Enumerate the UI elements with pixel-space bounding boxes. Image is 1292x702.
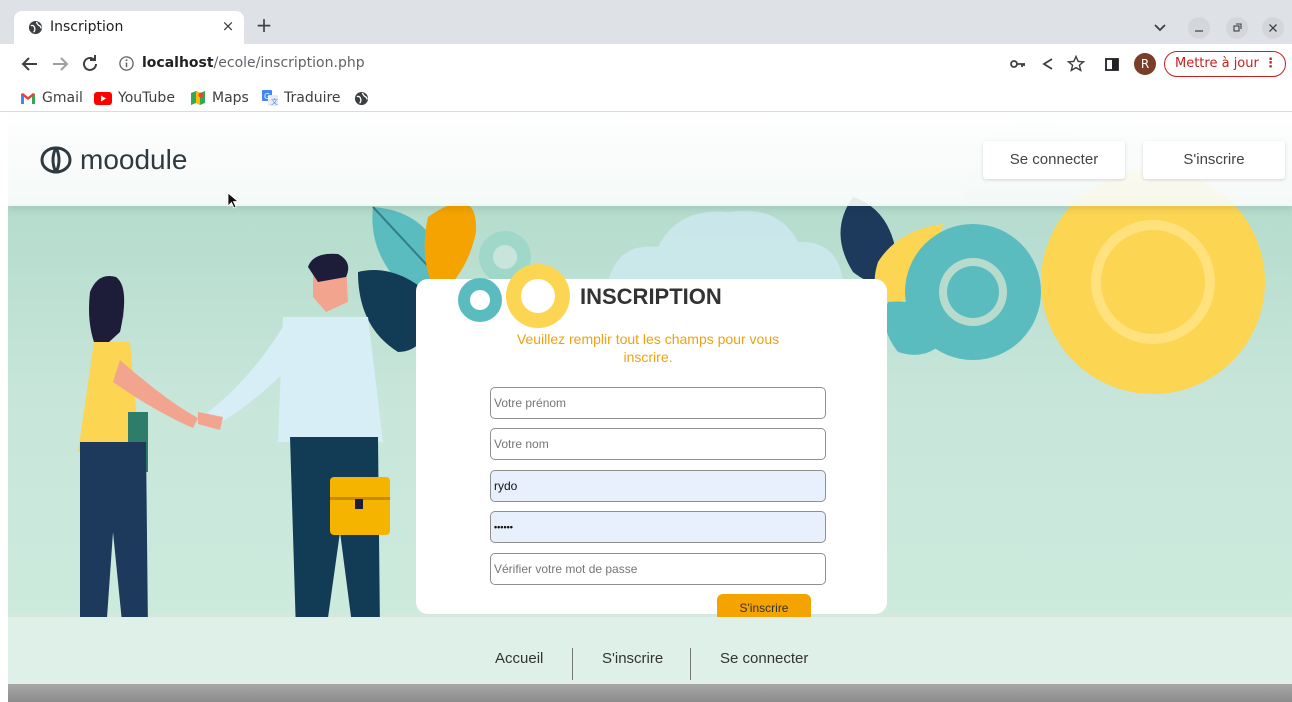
svg-text:G: G [264, 92, 270, 101]
bookmark-youtube[interactable]: YouTube [94, 87, 175, 109]
lastname-input[interactable]: Votre nom [490, 428, 826, 460]
minimize-icon [1195, 30, 1203, 32]
username-input[interactable]: rydo [490, 470, 826, 502]
close-icon [1269, 24, 1277, 32]
close-window-button[interactable] [1262, 17, 1284, 39]
gmail-icon [21, 92, 35, 104]
footer-bar [8, 684, 1292, 702]
url-path: /ecole/inscription.php [213, 55, 365, 71]
menu-dots-icon[interactable]: ⋮ [1264, 52, 1277, 76]
info-icon[interactable] [118, 55, 135, 72]
side-panel-icon[interactable] [1102, 54, 1122, 74]
header-login-button[interactable]: Se connecter [983, 141, 1125, 179]
bookmark-traduire[interactable]: G文 Traduire [262, 87, 341, 109]
close-tab-icon[interactable]: × [218, 16, 238, 36]
footer-link-login[interactable]: Se connecter [720, 650, 808, 667]
youtube-icon [94, 91, 112, 105]
logo-text: moodule [80, 144, 188, 175]
web-page: moodule Se connecter S'inscrire INSCRIPT… [8, 112, 1292, 702]
browser-tab-strip: Inscription × + [0, 0, 1292, 44]
reload-icon[interactable] [78, 52, 102, 76]
minimize-button[interactable] [1188, 17, 1210, 39]
form-subtitle: Veuillez remplir tout les champs pour vo… [516, 331, 780, 365]
bookmark-globe[interactable] [354, 87, 369, 109]
update-label: Mettre à jour [1175, 56, 1259, 71]
tab-title: Inscription [50, 19, 124, 35]
site-logo[interactable]: moodule [38, 144, 187, 176]
key-icon[interactable] [1008, 54, 1028, 74]
form-title: INSCRIPTION [580, 284, 722, 309]
bookmark-label: Maps [212, 90, 249, 106]
bookmark-label: YouTube [118, 90, 175, 106]
confirm-password-input[interactable]: Vérifier votre mot de passe [490, 553, 826, 585]
bookmark-label: Traduire [284, 90, 341, 106]
profile-avatar[interactable]: R [1134, 53, 1156, 75]
restore-icon [1233, 23, 1242, 32]
mouse-cursor-icon [227, 192, 239, 209]
new-tab-button[interactable]: + [252, 14, 276, 38]
browser-tab[interactable]: Inscription × [14, 11, 244, 44]
screen: Inscription × + localhost/ecole/inscript… [0, 0, 1292, 702]
translate-icon: G文 [262, 90, 278, 106]
footer-separator [690, 648, 691, 680]
url-host: localhost [142, 55, 214, 71]
globe-icon [28, 20, 43, 35]
logo-icon [40, 146, 72, 174]
url-text: localhost/ecole/inscription.php [142, 55, 365, 71]
footer-link-accueil[interactable]: Accueil [495, 650, 543, 667]
bookmark-maps[interactable]: Maps [190, 87, 249, 109]
share-icon[interactable] [1038, 54, 1058, 74]
address-bar[interactable]: localhost/ecole/inscription.php [108, 50, 988, 78]
password-input[interactable]: •••••• [490, 511, 826, 543]
header-signup-button[interactable]: S'inscrire [1143, 141, 1285, 179]
globe-icon [354, 91, 369, 105]
footer-link-signup[interactable]: S'inscrire [602, 650, 663, 667]
bookmark-label: Gmail [42, 90, 83, 106]
restore-button[interactable] [1226, 17, 1248, 39]
maps-icon [191, 91, 205, 105]
site-header: moodule Se connecter S'inscrire [8, 112, 1292, 206]
back-arrow-icon[interactable] [18, 52, 42, 76]
firstname-input[interactable]: Votre prénom [490, 387, 826, 419]
gears-icon [458, 264, 570, 328]
footer-separator [572, 648, 573, 680]
bookmarks-bar: Gmail YouTube Maps G文 Traduire [0, 84, 1292, 112]
chevron-down-icon[interactable] [1150, 17, 1170, 37]
forward-arrow-icon[interactable] [48, 52, 72, 76]
update-browser-button[interactable]: Mettre à jour ⋮ [1164, 51, 1286, 77]
bookmark-gmail[interactable]: Gmail [20, 87, 83, 109]
browser-toolbar: localhost/ecole/inscription.php R Mettre… [0, 44, 1292, 84]
svg-text:文: 文 [271, 97, 278, 106]
star-icon[interactable] [1066, 54, 1086, 74]
